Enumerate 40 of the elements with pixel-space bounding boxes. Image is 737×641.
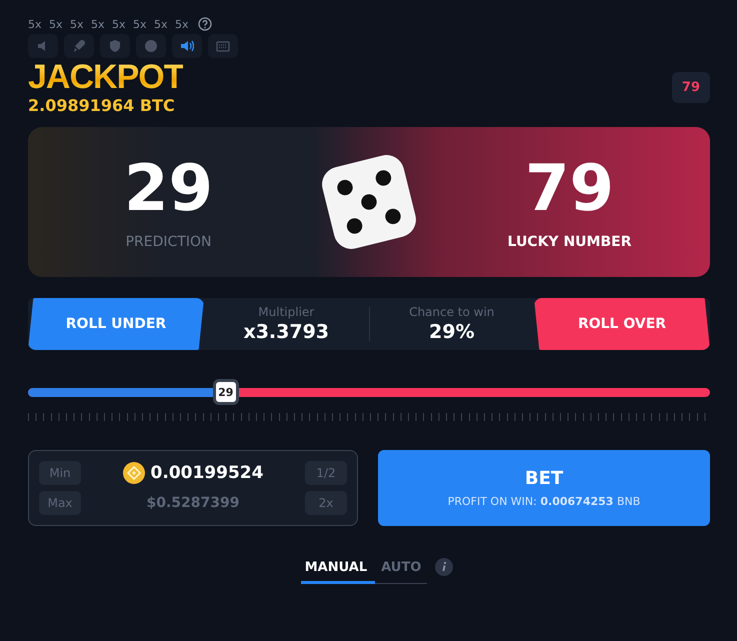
coin-icon	[122, 462, 145, 484]
roll-over-button[interactable]: ROLL OVER	[534, 298, 710, 350]
multiplier-label: 5x	[133, 18, 148, 30]
stat-label: Chance to win	[409, 305, 494, 319]
profit-on-win-text: PROFIT ON WIN: 0.00674253 BNB	[448, 495, 640, 508]
jackpot-amount: 2.09891964 BTC	[28, 96, 176, 115]
stat-label: Multiplier	[258, 305, 314, 319]
last-result-badge: 79	[672, 72, 710, 103]
bet-amount-field[interactable]: Min 0.00199524 1/2 Max $0.5287399 2x	[28, 450, 358, 526]
roll-under-button[interactable]: ROLL UNDER	[28, 298, 204, 350]
bet-button[interactable]: BET PROFIT ON WIN: 0.00674253 BNB	[378, 450, 710, 526]
usd-amount: $0.5287399	[146, 495, 240, 511]
prediction-label: PREDICTION	[126, 234, 212, 250]
multiplier-label: 5x	[175, 18, 190, 30]
keyboard-icon	[216, 39, 230, 53]
double-button[interactable]: 2x	[305, 491, 347, 515]
shield-button[interactable]	[100, 34, 130, 58]
multiplier-label: 5x	[112, 18, 127, 30]
max-button[interactable]: Max	[39, 491, 81, 515]
multiplier-label: 5x	[70, 18, 85, 30]
multiplier-label: 5x	[28, 18, 43, 30]
bet-amount: 0.00199524	[150, 463, 264, 483]
info-icon[interactable]	[435, 558, 454, 576]
mute-speaker-button[interactable]	[28, 34, 58, 58]
stat-value: 29%	[429, 321, 474, 343]
lucky-number: 79	[524, 154, 614, 224]
slider-track[interactable]: 29	[28, 377, 710, 407]
slider-handle[interactable]: 29	[212, 379, 239, 405]
shield-icon	[108, 39, 122, 53]
stat-value: x3.3793	[243, 321, 330, 343]
prediction-number: 29	[124, 154, 214, 224]
speaker-button[interactable]	[172, 34, 202, 58]
mode-tab[interactable]: MANUAL	[300, 556, 376, 584]
mode-tab[interactable]: AUTO	[375, 556, 428, 584]
multiplier-label: 5x	[49, 18, 64, 30]
min-button[interactable]: Min	[39, 461, 81, 485]
multiplier-label: 5x	[91, 18, 106, 30]
multiplier-label: 5x	[154, 18, 169, 30]
lucky-number-label: LUCKY NUMBER	[508, 234, 632, 250]
half-button[interactable]: 1/2	[305, 461, 347, 485]
